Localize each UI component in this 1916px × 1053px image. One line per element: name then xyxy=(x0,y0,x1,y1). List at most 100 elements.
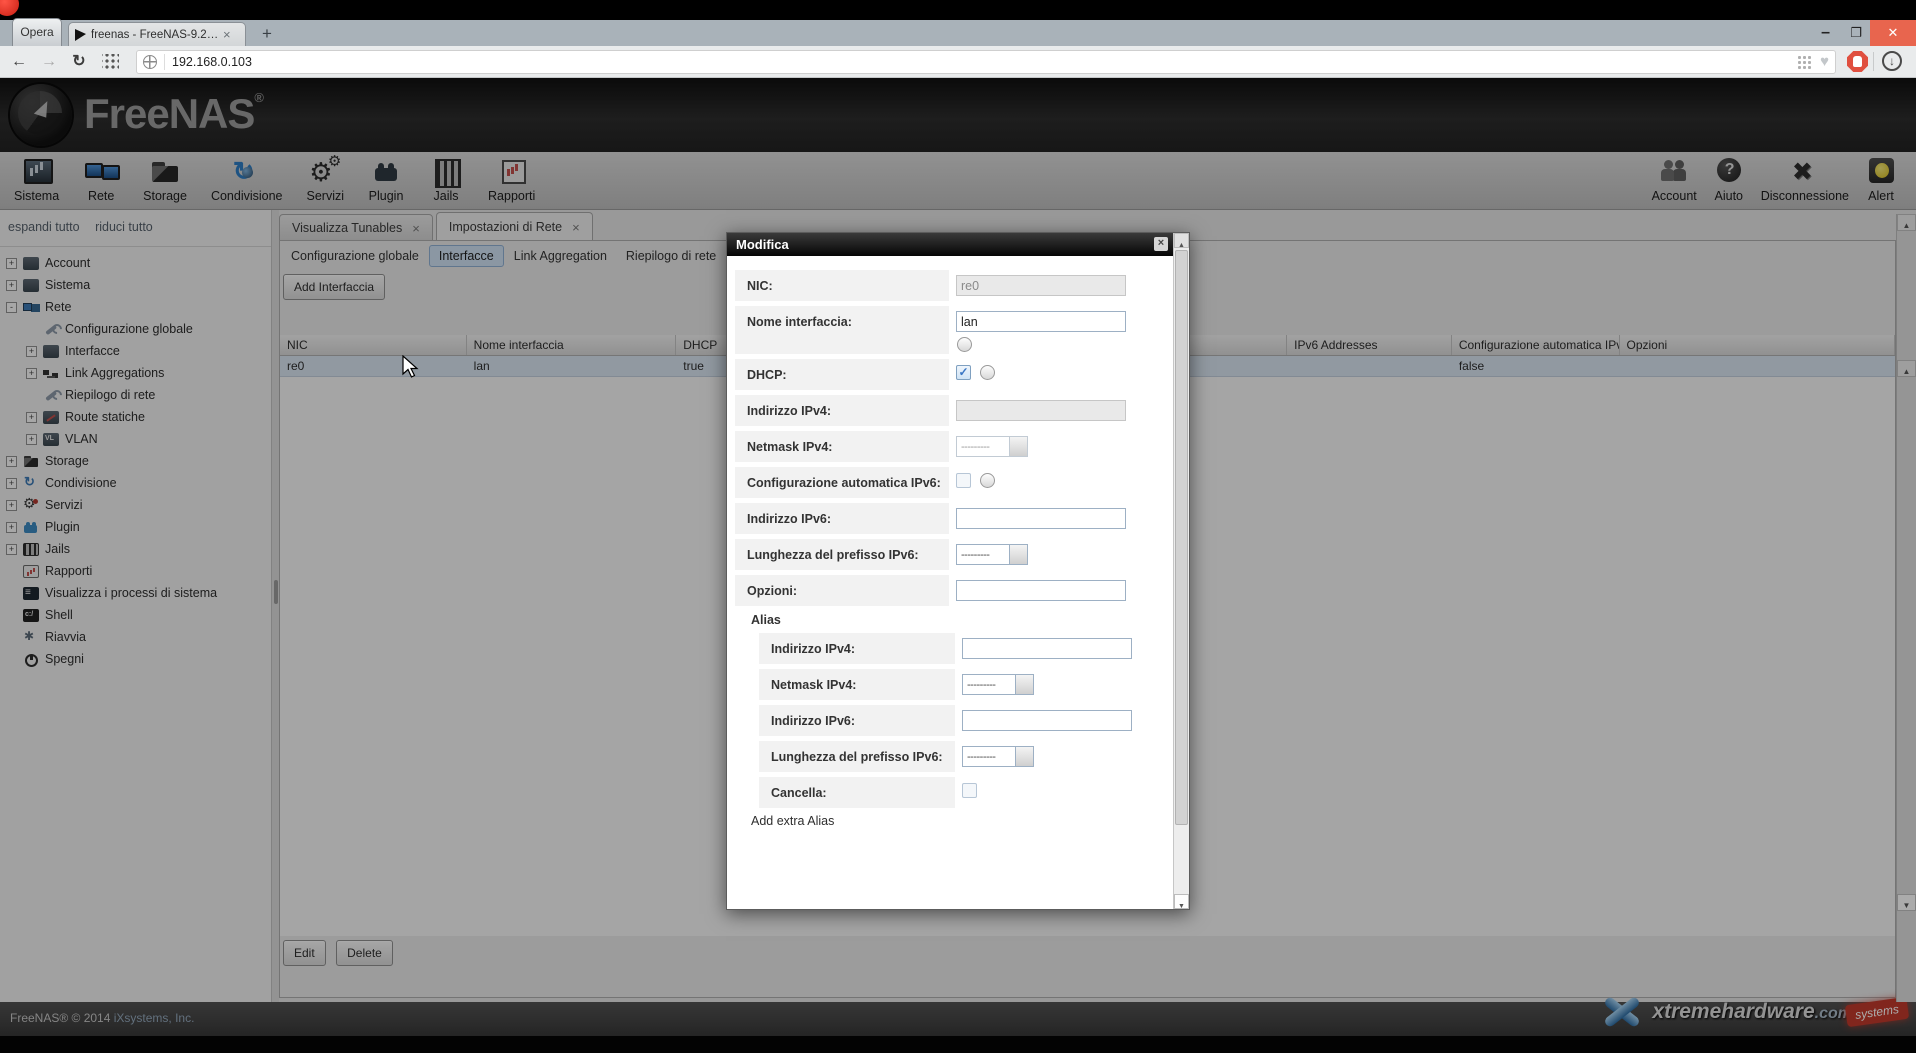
scroll-down-icon[interactable] xyxy=(1897,894,1916,911)
url-field[interactable]: 192.168.0.103 xyxy=(136,50,1836,74)
dialog-scroll-up-icon[interactable] xyxy=(1174,233,1189,248)
tree-toggle-icon[interactable]: + xyxy=(6,478,17,489)
tree-toggle-icon[interactable]: + xyxy=(26,434,37,445)
field-checkbox[interactable] xyxy=(956,365,971,380)
subtab-riepilogo-di-rete[interactable]: Riepilogo di rete xyxy=(617,246,725,266)
bookmark-heart-icon[interactable] xyxy=(1820,53,1829,71)
toolbar-item-jails[interactable]: Jails xyxy=(416,155,476,204)
url-text[interactable]: 192.168.0.103 xyxy=(172,55,1797,69)
sidebar-item-jails[interactable]: +Jails xyxy=(0,538,271,560)
window-minimize-button[interactable] xyxy=(1821,20,1830,46)
tree-toggle-icon[interactable]: + xyxy=(6,280,17,291)
toolbar-item-disconnessione[interactable]: Disconnessione xyxy=(1754,155,1856,204)
browser-tab[interactable]: freenas - FreeNAS-9.2.1.5- × xyxy=(68,22,246,46)
toolbar-item-rapporti[interactable]: Rapporti xyxy=(476,155,547,204)
column-header-configurazione-automatica-ipv6[interactable]: Configurazione automatica IPv6 xyxy=(1452,335,1620,355)
tab-close-icon[interactable]: × xyxy=(412,221,420,236)
sidebar-item-visualizza-i-processi-di-sistema[interactable]: Visualizza i processi di sistema xyxy=(0,582,271,604)
delete-button[interactable]: Delete xyxy=(336,940,393,966)
toolbar-item-servizi[interactable]: Servizi xyxy=(295,155,357,204)
dialog-scroll-thumb[interactable] xyxy=(1175,250,1188,825)
tree-toggle-icon[interactable]: + xyxy=(26,368,37,379)
add-extra-alias-link[interactable]: Add extra Alias xyxy=(751,814,1167,828)
add-interface-button[interactable]: Add Interfaccia xyxy=(283,274,385,300)
field-text-input[interactable] xyxy=(956,311,1126,332)
window-close-button[interactable] xyxy=(1870,20,1916,46)
tree-toggle-icon[interactable]: + xyxy=(26,346,37,357)
speed-dial-icon[interactable] xyxy=(102,54,119,71)
field-select[interactable]: --------- xyxy=(956,544,1028,565)
dialog-title[interactable]: Modifica × xyxy=(727,233,1173,256)
sidebar-item-account[interactable]: +Account xyxy=(0,252,271,274)
field-checkbox[interactable] xyxy=(956,473,971,488)
sidebar-item-sistema[interactable]: +Sistema xyxy=(0,274,271,296)
toolbar-item-plugin[interactable]: Plugin xyxy=(356,155,416,204)
dialog-close-icon[interactable]: × xyxy=(1154,237,1168,251)
sidebar-item-rapporti[interactable]: Rapporti xyxy=(0,560,271,582)
toolbar-item-sistema[interactable]: Sistema xyxy=(2,155,71,204)
sidebar-item-plugin[interactable]: +Plugin xyxy=(0,516,271,538)
toolbar-item-condivisione[interactable]: Condivisione xyxy=(199,155,295,204)
sidebar-item-interfacce[interactable]: +Interfacce xyxy=(0,340,271,362)
freenas-logo-icon[interactable] xyxy=(10,84,72,146)
edit-button[interactable]: Edit xyxy=(283,940,326,966)
column-header-nome-interfaccia[interactable]: Nome interfaccia xyxy=(467,335,677,355)
sidebar-item-link-aggregations[interactable]: +Link Aggregations xyxy=(0,362,271,384)
ixsystems-link[interactable]: iXsystems, Inc. xyxy=(114,1011,195,1025)
sidebar-splitter[interactable] xyxy=(271,210,279,1002)
info-icon[interactable] xyxy=(957,337,972,352)
tree-toggle-icon[interactable]: + xyxy=(6,456,17,467)
dialog-scroll-down-icon[interactable] xyxy=(1174,894,1189,909)
dialog-scrollbar[interactable] xyxy=(1173,233,1189,909)
field-select[interactable]: --------- xyxy=(962,674,1034,695)
tree-toggle-icon[interactable]: + xyxy=(6,544,17,555)
toolbar-item-aiuto[interactable]: Aiuto xyxy=(1704,155,1754,204)
sidebar-item-spegni[interactable]: Spegni xyxy=(0,648,271,670)
field-text-input[interactable] xyxy=(962,710,1132,731)
new-tab-button[interactable]: + xyxy=(256,24,278,44)
sidebar-item-servizi[interactable]: +Servizi xyxy=(0,494,271,516)
tab-impostazioni-di-rete[interactable]: Impostazioni di Rete× xyxy=(436,212,593,242)
tab-visualizza-tunables[interactable]: Visualizza Tunables× xyxy=(279,214,433,242)
tab-close-icon[interactable]: × xyxy=(223,27,231,42)
sidebar-item-vlan[interactable]: +VLAN xyxy=(0,428,271,450)
subtab-configurazione-globale[interactable]: Configurazione globale xyxy=(282,246,428,266)
tree-toggle-icon[interactable]: - xyxy=(6,302,17,313)
toolbar-item-alert[interactable]: Alert xyxy=(1856,155,1906,204)
toolbar-item-rete[interactable]: Rete xyxy=(71,155,131,204)
extensions-grid-icon[interactable] xyxy=(1797,55,1811,69)
forward-button[interactable] xyxy=(38,51,60,73)
toolbar-item-account[interactable]: Account xyxy=(1645,155,1704,204)
grid-scroll-up-icon[interactable] xyxy=(1897,360,1916,377)
sidebar-item-riepilogo-di-rete[interactable]: Riepilogo di rete xyxy=(0,384,271,406)
sidebar-item-condivisione[interactable]: +Condivisione xyxy=(0,472,271,494)
sidebar-item-rete[interactable]: -Rete xyxy=(0,296,271,318)
sidebar-item-riavvia[interactable]: Riavvia xyxy=(0,626,271,648)
info-icon[interactable] xyxy=(980,473,995,488)
sidebar-item-configurazione-globale[interactable]: Configurazione globale xyxy=(0,318,271,340)
download-icon[interactable] xyxy=(1882,51,1902,71)
field-text-input[interactable] xyxy=(962,638,1132,659)
subtab-interfacce[interactable]: Interfacce xyxy=(429,245,504,267)
toolbar-item-storage[interactable]: Storage xyxy=(131,155,199,204)
expand-all-link[interactable]: espandi tutto xyxy=(8,220,80,234)
info-icon[interactable] xyxy=(980,365,995,380)
tab-close-icon[interactable]: × xyxy=(572,220,580,235)
field-checkbox[interactable] xyxy=(962,783,977,798)
field-text-input[interactable] xyxy=(956,508,1126,529)
tree-toggle-icon[interactable]: + xyxy=(6,258,17,269)
sidebar-item-route-statiche[interactable]: +Route statiche xyxy=(0,406,271,428)
field-text-input[interactable] xyxy=(956,580,1126,601)
tree-toggle-icon[interactable]: + xyxy=(26,412,37,423)
scroll-up-icon[interactable] xyxy=(1897,214,1916,231)
subtab-link-aggregation[interactable]: Link Aggregation xyxy=(505,246,616,266)
tree-toggle-icon[interactable]: + xyxy=(6,500,17,511)
column-header-opzioni[interactable]: Opzioni xyxy=(1620,335,1895,355)
reload-button[interactable] xyxy=(68,51,90,73)
page-scrollbar[interactable] xyxy=(1896,214,1916,1002)
sidebar-item-storage[interactable]: +Storage xyxy=(0,450,271,472)
column-header-nic[interactable]: NIC xyxy=(280,335,467,355)
field-select[interactable]: --------- xyxy=(962,746,1034,767)
opera-menu-button[interactable]: Opera xyxy=(12,18,62,46)
back-button[interactable] xyxy=(8,51,30,73)
